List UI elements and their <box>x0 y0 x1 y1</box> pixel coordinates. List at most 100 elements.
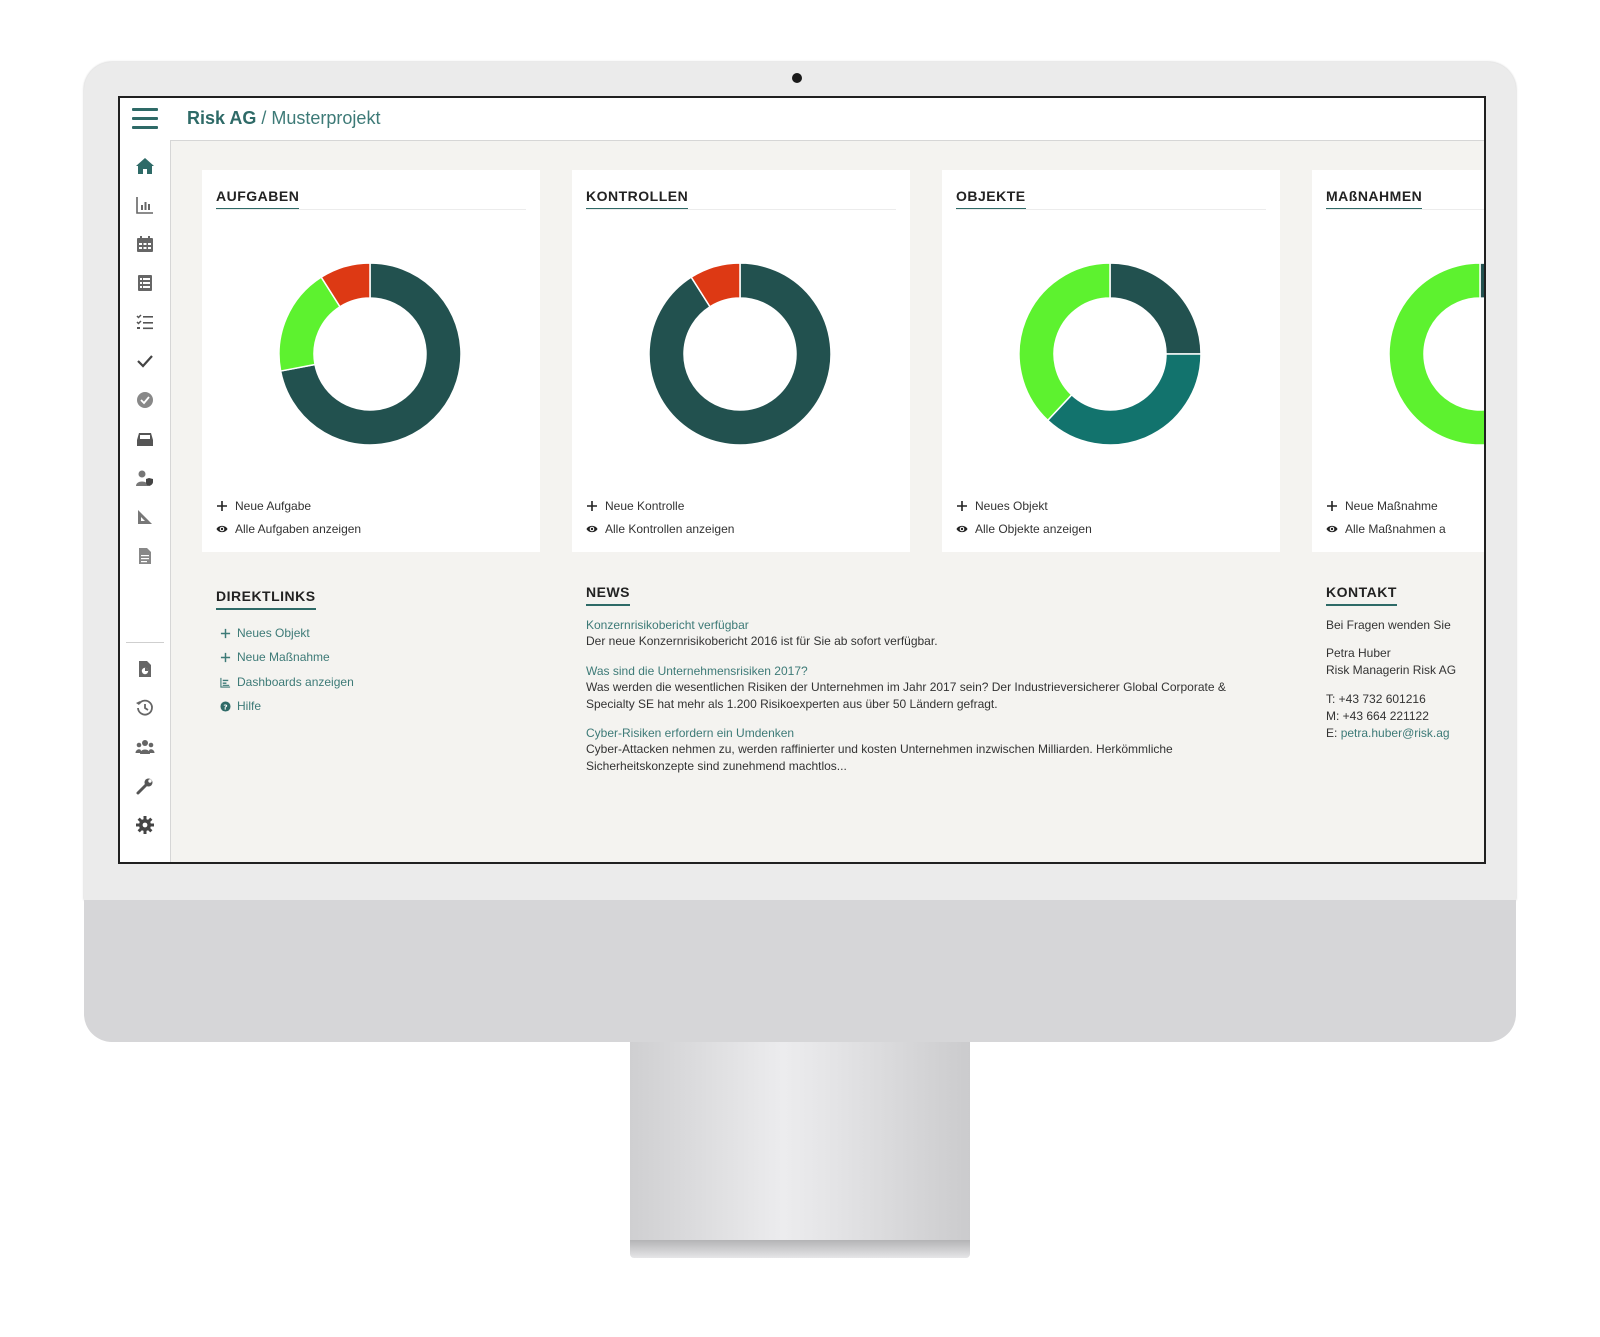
all-massnahmen-link[interactable]: Alle Maßnahmen a <box>1326 522 1446 536</box>
direktlinks-title: DIREKTLINKS <box>216 588 316 610</box>
donut-slice[interactable] <box>1479 262 1486 354</box>
home-icon[interactable] <box>131 152 159 180</box>
users-icon[interactable] <box>131 733 159 761</box>
calendar-icon[interactable] <box>131 230 159 258</box>
card-kontrollen: KONTROLLEN Neue Kontrolle Alle Kontrolle… <box>572 170 910 552</box>
donut-chart-massnahmen[interactable] <box>1388 262 1486 446</box>
inbox-icon[interactable] <box>131 425 159 453</box>
user-shield-icon[interactable] <box>131 464 159 492</box>
eye-icon <box>956 525 968 533</box>
all-aufgaben-link[interactable]: Alle Aufgaben anzeigen <box>216 522 361 536</box>
all-objekte-link[interactable]: Alle Objekte anzeigen <box>956 522 1092 536</box>
donut-slice[interactable] <box>1109 262 1202 355</box>
help-icon: ? <box>220 700 231 712</box>
card-title: KONTROLLEN <box>586 188 688 210</box>
monitor-stand <box>630 1042 970 1242</box>
news-headline[interactable]: Was sind die Unternehmensrisiken 2017? <box>586 664 808 678</box>
kontakt-intro: Bei Fragen wenden Sie <box>1326 618 1451 632</box>
breadcrumb-separator: / <box>261 108 267 128</box>
bar-chart-icon <box>220 677 231 688</box>
link-label: Neue Maßnahme <box>1345 499 1438 513</box>
file-chart-icon[interactable] <box>131 655 159 683</box>
eye-icon <box>586 525 598 533</box>
donut-slice[interactable] <box>1388 262 1486 446</box>
new-massnahme-link[interactable]: Neue Maßnahme <box>1326 499 1438 513</box>
direktlink-label: Hilfe <box>237 699 262 713</box>
eye-icon <box>1326 525 1338 533</box>
card-divider <box>586 209 896 210</box>
link-label: Neues Objekt <box>975 499 1048 513</box>
plus-icon <box>217 501 227 511</box>
gear-icon[interactable] <box>131 811 159 839</box>
donut-slice[interactable] <box>1018 262 1111 422</box>
kontakt-email-prefix: E: <box>1326 726 1338 740</box>
card-aufgaben: AUFGABEN Neue Aufgabe Alle Aufgaben anze… <box>202 170 540 552</box>
news-headline[interactable]: Cyber-Risiken erfordern ein Umdenken <box>586 726 794 740</box>
kontakt-role: Risk Managerin Risk AG <box>1326 663 1457 677</box>
card-title: MAßNAHMEN <box>1326 188 1422 210</box>
news-text: Cyber-Attacken nehmen zu, werden raffini… <box>586 742 1173 773</box>
sidebar-divider <box>126 642 164 643</box>
plus-icon <box>220 652 231 662</box>
direktlink-neues-objekt[interactable]: Neues Objekt <box>220 626 310 640</box>
link-label: Neue Aufgabe <box>235 499 312 513</box>
monitor-stand-foot <box>630 1240 970 1258</box>
card-title: AUFGABEN <box>216 188 299 210</box>
card-divider <box>216 209 526 210</box>
new-kontrolle-link[interactable]: Neue Kontrolle <box>586 499 684 513</box>
top-bar: Risk AG / Musterprojekt <box>120 98 1484 141</box>
donut-chart-objekte[interactable] <box>1018 262 1202 446</box>
card-objekte: OBJEKTE Neues Objekt Alle Objekte anzeig… <box>942 170 1280 552</box>
breadcrumb: Risk AG / Musterprojekt <box>187 108 380 129</box>
new-aufgabe-link[interactable]: Neue Aufgabe <box>216 499 311 513</box>
kontakt-email-row: E: petra.huber@risk.ag <box>1326 726 1450 740</box>
direktlink-dashboards[interactable]: Dashboards anzeigen <box>220 675 354 689</box>
wrench-icon[interactable] <box>131 772 159 800</box>
kontakt-phone: T: +43 732 601216 <box>1326 692 1426 706</box>
direktlink-label: Neues Objekt <box>237 626 310 640</box>
donut-slice[interactable] <box>1046 353 1202 446</box>
ruler-triangle-icon[interactable] <box>131 503 159 531</box>
check-icon[interactable] <box>131 347 159 375</box>
all-kontrollen-link[interactable]: Alle Kontrollen anzeigen <box>586 522 734 536</box>
camera-dot <box>792 73 802 83</box>
breadcrumb-company[interactable]: Risk AG <box>187 108 256 128</box>
link-label: Alle Kontrollen anzeigen <box>605 522 735 536</box>
card-divider <box>1326 209 1484 210</box>
history-icon[interactable] <box>131 694 159 722</box>
list-icon[interactable] <box>131 269 159 297</box>
chart-bar-icon[interactable] <box>131 191 159 219</box>
link-label: Alle Objekte anzeigen <box>975 522 1092 536</box>
card-divider <box>956 209 1266 210</box>
checklist-icon[interactable] <box>131 308 159 336</box>
donut-chart-kontrollen[interactable] <box>648 262 832 446</box>
direktlink-neue-massnahme[interactable]: Neue Maßnahme <box>220 650 330 664</box>
kontakt-title: KONTAKT <box>1326 584 1397 606</box>
document-icon[interactable] <box>131 542 159 570</box>
plus-icon <box>220 628 231 638</box>
app-screen: Risk AG / Musterprojekt AUFGABEN Neue Au… <box>118 96 1486 864</box>
direktlink-hilfe[interactable]: ? Hilfe <box>220 699 261 713</box>
sidebar <box>120 140 171 862</box>
plus-icon <box>587 501 597 511</box>
link-label: Alle Aufgaben anzeigen <box>235 522 362 536</box>
breadcrumb-project[interactable]: Musterprojekt <box>271 108 380 128</box>
direktlink-label: Dashboards anzeigen <box>237 675 354 689</box>
news-headline[interactable]: Konzernrisikobericht verfügbar <box>586 618 749 632</box>
new-objekt-link[interactable]: Neues Objekt <box>956 499 1048 513</box>
hamburger-menu-icon[interactable] <box>132 106 158 129</box>
link-label: Alle Maßnahmen a <box>1345 522 1446 536</box>
badge-check-icon[interactable] <box>131 386 159 414</box>
eye-icon <box>216 525 228 533</box>
svg-text:?: ? <box>223 702 227 711</box>
kontakt-mobile: M: +43 664 221122 <box>1326 709 1429 723</box>
direktlink-label: Neue Maßnahme <box>237 650 330 664</box>
news-text: Was werden die wesentlichen Risiken der … <box>586 680 1226 711</box>
link-label: Neue Kontrolle <box>605 499 685 513</box>
card-massnahmen: MAßNAHMEN Neue Maßnahme Alle Maßnahmen a <box>1312 170 1486 552</box>
donut-chart-aufgaben[interactable] <box>278 262 462 446</box>
news-text: Der neue Konzernrisikobericht 2016 ist f… <box>586 634 938 648</box>
kontakt-email-link[interactable]: petra.huber@risk.ag <box>1341 726 1450 740</box>
news-title: NEWS <box>586 584 630 606</box>
card-title: OBJEKTE <box>956 188 1026 210</box>
